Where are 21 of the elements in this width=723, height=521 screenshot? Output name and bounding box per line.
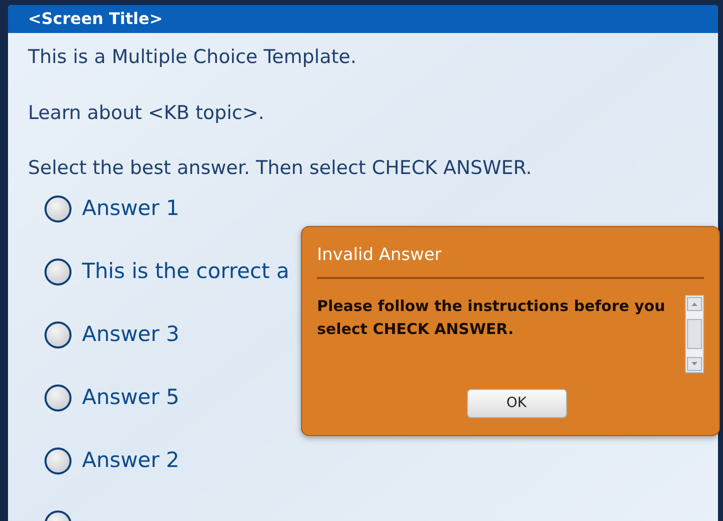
instruction-text: Select the best answer. Then select CHECK ANSWER. (28, 156, 533, 181)
dialog-message: Please follow the instructions before you select CHECK ANSWER. (317, 296, 666, 340)
scrollbar[interactable] (685, 295, 704, 373)
answer-label[interactable]: This is the correct a (82, 256, 290, 288)
answer-label[interactable]: Answer 1 (82, 193, 180, 225)
dialog-title: Invalid Answer (317, 244, 443, 267)
radio-button[interactable] (44, 195, 72, 223)
radio-button[interactable] (44, 447, 72, 475)
scroll-up-icon[interactable] (687, 297, 702, 311)
screen-title: <Screen Title> (28, 8, 163, 30)
answer-label[interactable]: Answer 5 (82, 382, 180, 414)
scroll-down-icon[interactable] (687, 357, 702, 371)
radio-button[interactable] (44, 321, 72, 349)
intro-text: This is a Multiple Choice Template. (28, 45, 358, 70)
radio-button[interactable] (44, 258, 72, 286)
topic-text: Learn about <KB topic>. (28, 101, 266, 126)
answer-label[interactable]: Answer 2 (82, 445, 180, 477)
ok-button[interactable]: OK (466, 389, 566, 418)
radio-button[interactable] (44, 384, 72, 412)
answer-label[interactable]: Answer 3 (82, 319, 180, 351)
scroll-thumb[interactable] (687, 319, 702, 349)
